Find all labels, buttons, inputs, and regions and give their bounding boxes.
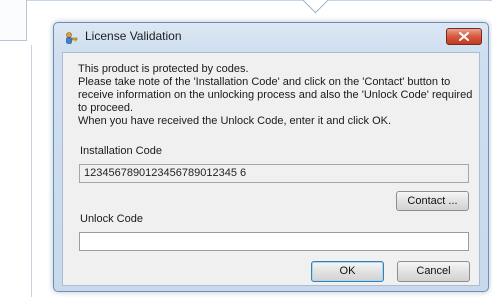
- instructions-line: When you have received the Unlock Code, …: [78, 115, 392, 127]
- title-bar[interactable]: License Validation: [54, 23, 488, 51]
- instructions-line: This product is protected by codes.: [78, 63, 249, 75]
- installation-code-field[interactable]: 1234567890123456789012345 6: [79, 164, 469, 183]
- unlock-code-label: Unlock Code: [80, 213, 143, 225]
- license-validation-dialog: License Validation This product is prote…: [53, 22, 489, 292]
- contact-button[interactable]: Contact ...: [396, 191, 469, 211]
- cancel-button[interactable]: Cancel: [397, 261, 470, 282]
- dialog-body: This product is protected by codes. Plea…: [62, 52, 480, 286]
- close-button[interactable]: [446, 28, 482, 45]
- unlock-code-input[interactable]: [79, 232, 469, 251]
- ok-button[interactable]: OK: [311, 261, 384, 282]
- instructions-line: to proceed.: [78, 102, 134, 114]
- background-divider: [31, 45, 32, 297]
- dialog-title: License Validation: [85, 29, 182, 43]
- instructions-line: receive information on the unlocking pro…: [78, 89, 473, 101]
- key-person-icon: [64, 30, 78, 44]
- background-panel: [0, 0, 27, 41]
- background-edge: [0, 0, 492, 1]
- background-callout-notch: [300, 0, 331, 14]
- installation-code-label: Installation Code: [80, 145, 162, 157]
- close-icon: [459, 32, 469, 41]
- instructions-line: Please take note of the 'Installation Co…: [78, 76, 451, 88]
- instructions-text: This product is protected by codes. Plea…: [78, 63, 473, 128]
